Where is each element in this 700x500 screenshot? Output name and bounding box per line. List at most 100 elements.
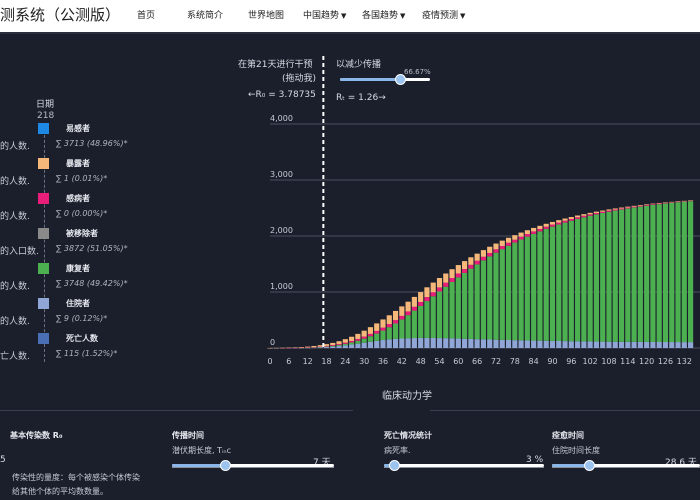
legend-swatch[interactable] <box>38 298 49 309</box>
legend-item-sum: ∑ 9 (0.12%)* <box>56 314 108 323</box>
nav-china-trend[interactable]: 中国趋势 ▼ <box>303 8 346 21</box>
bar-segment <box>474 253 480 261</box>
bar-segment <box>556 224 562 341</box>
bar-segment <box>443 338 449 348</box>
bar-segment <box>562 222 568 342</box>
death-value-underline <box>384 467 544 468</box>
bar-segment <box>493 252 499 340</box>
bar-segment <box>512 239 518 243</box>
legend-item-recovered[interactable]: 的人数. 康复者 ∑ 3748 (49.42%)* <box>0 260 240 294</box>
x-tick-label: 66 <box>472 357 482 366</box>
bar-segment <box>411 338 417 348</box>
nav-about[interactable]: 系统简介 <box>187 8 223 21</box>
bar-segment <box>323 346 330 348</box>
legend-swatch[interactable] <box>38 123 49 134</box>
x-tick-label: 96 <box>566 357 576 366</box>
bar-segment <box>575 341 581 348</box>
bar-segment <box>650 204 656 342</box>
bar-segment <box>675 201 681 202</box>
bar-segment <box>656 342 662 348</box>
bar-segment <box>662 202 669 204</box>
recovery-param-title: 痊愈时间 <box>552 431 584 440</box>
bar-segment <box>424 287 430 298</box>
bar-segment <box>562 218 568 221</box>
nav-about-label: 系统简介 <box>187 11 224 21</box>
bar-segment <box>575 217 581 219</box>
legend-item-sum: ∑ 0 (0.00%)* <box>56 209 108 218</box>
nav-country-trend[interactable]: 各国趋势 ▼ <box>362 8 405 21</box>
legend-item-exposed[interactable]: 的人数. 暴露者 ∑ 1 (0.01%)* <box>0 155 240 189</box>
bar-segment <box>531 227 537 232</box>
bar-segment <box>330 345 336 346</box>
bar-segment <box>436 278 443 288</box>
bar-segment <box>581 217 587 342</box>
r0-param-title: 基本传染数 R₀ <box>10 431 63 440</box>
bar-segment <box>455 265 461 274</box>
bar-segment <box>543 226 549 229</box>
bar-segment <box>499 240 505 246</box>
x-tick-label: 102 <box>583 357 598 366</box>
legend-item-hospitalized[interactable]: 的人数. 住院者 ∑ 9 (0.12%)* <box>0 295 240 329</box>
bar-segment <box>637 205 643 207</box>
bar-segment <box>386 324 392 328</box>
epidemic-stacked-bar-chart: 0 1,000 2,000 3,000 4,000 0 6 12 18 24 30 36 42 48 54 6… <box>267 56 700 366</box>
x-tick-label: 48 <box>416 357 426 366</box>
nav-forecast-label: 疫情预测 <box>422 11 459 21</box>
bar-segment <box>480 250 487 257</box>
x-tick-label: 24 <box>340 357 350 366</box>
bar-segment <box>267 347 273 349</box>
slider-knob[interactable] <box>395 74 406 85</box>
slider-knob[interactable] <box>584 460 595 471</box>
bar-segment <box>443 273 449 283</box>
bar-segment <box>512 235 518 240</box>
transmission-value-underline <box>172 467 334 468</box>
slider-knob[interactable] <box>389 460 400 471</box>
slider-knob[interactable] <box>220 460 231 471</box>
legend-item-removed[interactable]: 的入口数. 被移除者 ∑ 3872 (51.05%)* <box>0 225 240 259</box>
bar-segment <box>681 200 687 202</box>
bar-segment <box>487 256 493 340</box>
legend-item-sum: ∑ 115 (1.52%)* <box>56 349 118 358</box>
bar-segment <box>537 231 543 341</box>
x-tick-label: 0 <box>267 357 272 366</box>
legend-swatch[interactable] <box>38 263 49 274</box>
legend-swatch[interactable] <box>38 158 49 169</box>
bar-segment <box>336 341 342 345</box>
bar-segment <box>487 252 493 257</box>
nav-home[interactable]: 首页 <box>137 8 155 21</box>
legend-item-deaths[interactable]: 亡人数. 死亡人数 ∑ 115 (1.52%)* <box>0 330 240 364</box>
legend-item-susceptible[interactable]: 的人数. 易感者 ∑ 3713 (48.96%)* <box>0 120 240 154</box>
bar-segment <box>505 242 512 246</box>
bar-segment <box>374 323 380 331</box>
bar-segment <box>549 340 556 348</box>
bar-segment <box>493 249 499 253</box>
bar-segment <box>392 320 399 324</box>
legend-item-infectious[interactable]: 的人数. 感病者 ∑ 0 (0.00%)* <box>0 190 240 224</box>
bar-segment <box>512 242 518 341</box>
bar-segment <box>436 338 443 348</box>
recovery-param-sub: 住院时间长度 <box>552 446 600 455</box>
legend-swatch[interactable] <box>38 228 49 239</box>
bar-segment <box>449 269 455 278</box>
bar-segment <box>487 339 493 348</box>
bar-segment <box>499 339 505 348</box>
nav-forecast[interactable]: 疫情预测 ▼ <box>422 8 465 21</box>
bar-segment <box>449 278 455 282</box>
legend-swatch[interactable] <box>38 193 49 204</box>
bar-segment <box>568 218 574 221</box>
legend-swatch[interactable] <box>38 333 49 344</box>
bar-segment <box>436 287 443 292</box>
bar-segment <box>411 310 417 339</box>
bar-segment <box>405 301 411 312</box>
bar-segment <box>342 342 348 344</box>
bar-segment <box>361 336 367 339</box>
nav-world-map[interactable]: 世界地图 <box>248 8 284 21</box>
chevron-down-icon: ▼ <box>460 12 466 20</box>
slider-track[interactable] <box>384 464 544 467</box>
bar-segment <box>600 211 606 213</box>
nav-country-trend-label: 各国趋势 <box>362 11 399 21</box>
bar-segment <box>355 343 361 348</box>
legend-item-sum: ∑ 1 (0.01%)* <box>56 174 108 183</box>
legend-item-desc: 的人数. <box>0 282 30 292</box>
bar-segment <box>317 347 323 348</box>
